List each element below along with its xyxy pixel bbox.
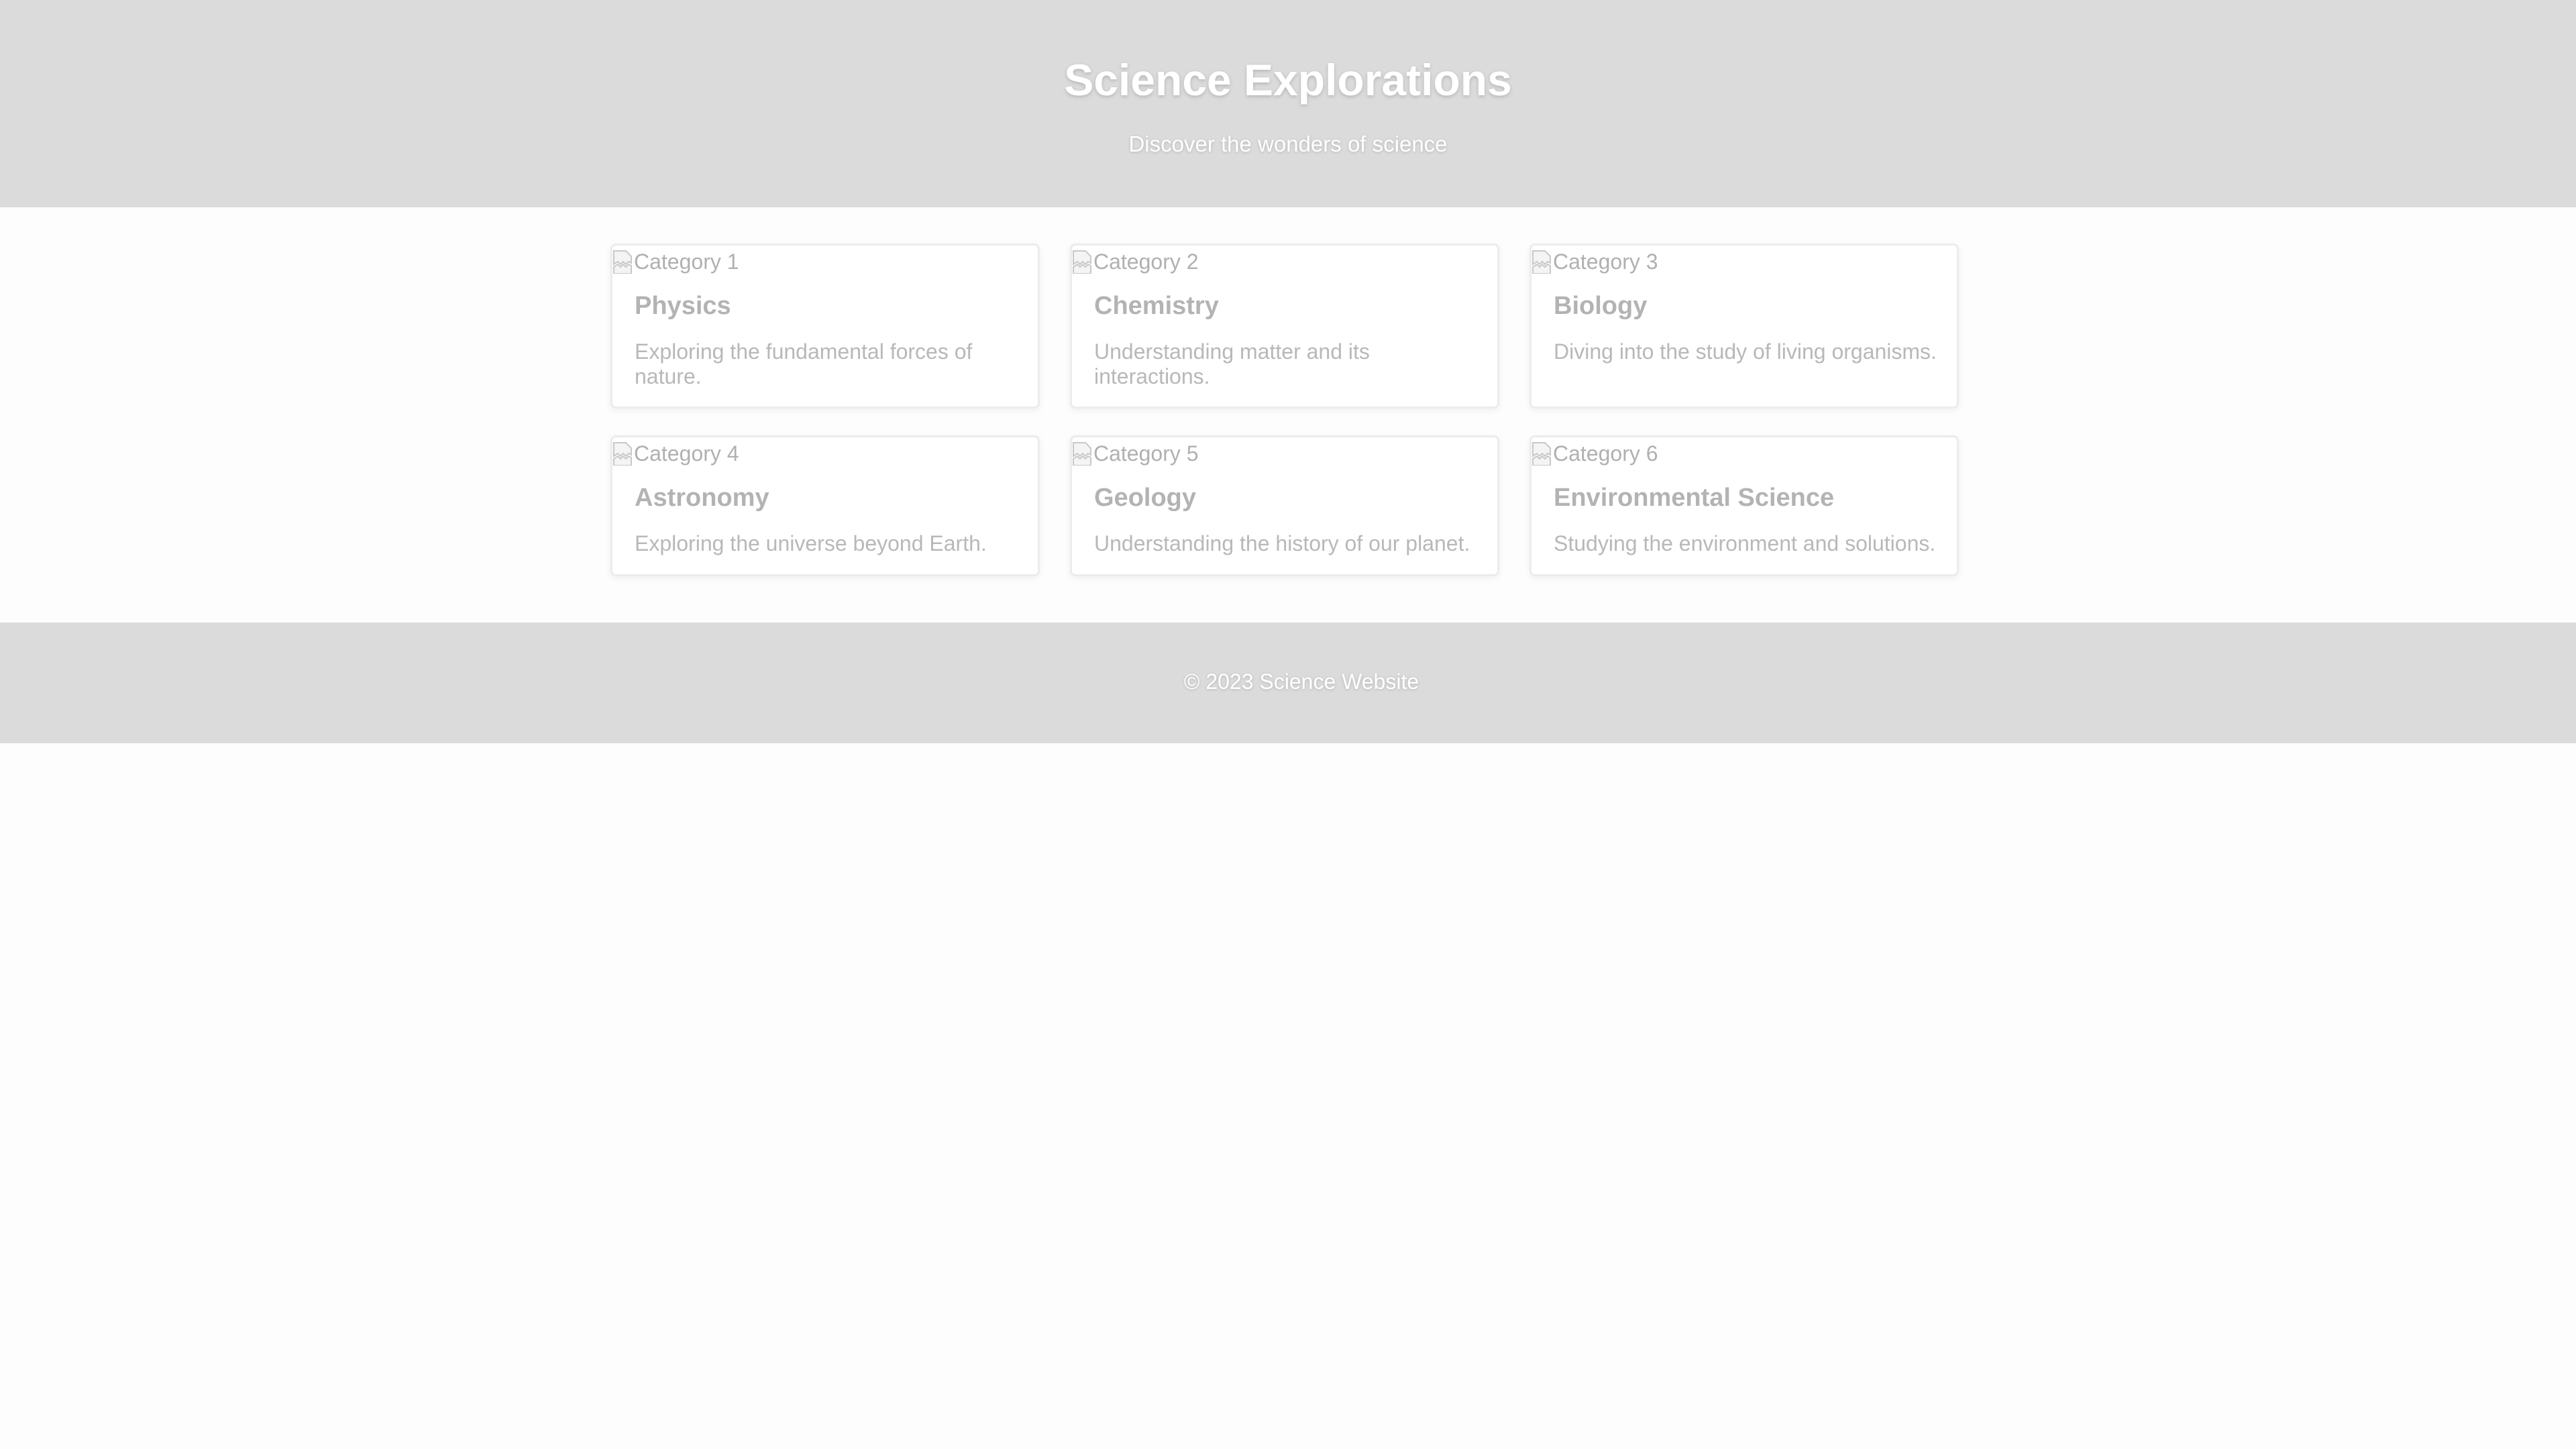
card-image: Category 6 [1532, 437, 1658, 470]
category-grid: Category 1 Physics Exploring the fundame… [610, 244, 1959, 576]
card-image: Category 1 [612, 246, 739, 278]
card-image-alt: Category 2 [1093, 249, 1199, 274]
site-title: Science Explorations [1064, 55, 1512, 105]
card-title: Biology [1554, 292, 1648, 320]
card-image: Category 3 [1532, 246, 1658, 278]
broken-image-icon [1073, 250, 1091, 274]
card-image-alt: Category 1 [634, 249, 739, 274]
site-tagline: Discover the wonders of science [1128, 131, 1448, 156]
category-card-physics[interactable]: Category 1 Physics Exploring the fundame… [610, 244, 1040, 409]
broken-image-icon [1532, 442, 1551, 466]
card-title: Astronomy [635, 484, 769, 512]
card-image-alt: Category 3 [1553, 249, 1658, 274]
card-description: Understanding matter and its interaction… [1094, 339, 1370, 388]
card-title: Geology [1094, 484, 1197, 512]
card-image-alt: Category 6 [1553, 441, 1658, 466]
broken-image-icon [613, 442, 632, 466]
category-card-biology[interactable]: Category 3 Biology Diving into the study… [1529, 244, 1959, 409]
footer-copyright: © 2023 Science Website [1183, 669, 1419, 694]
card-description: Exploring the universe beyond Earth. [635, 531, 987, 555]
category-card-chemistry[interactable]: Category 2 Chemistry Understanding matte… [1070, 244, 1499, 409]
site-header: Science Explorations Discover the wonder… [0, 0, 2576, 207]
card-image: Category 2 [1072, 246, 1199, 278]
broken-image-icon [613, 250, 632, 274]
card-title: Environmental Science [1554, 484, 1835, 512]
card-image-alt: Category 4 [634, 441, 739, 466]
card-description: Understanding the history of our planet. [1094, 531, 1470, 555]
card-description: Diving into the study of living organism… [1554, 339, 1937, 364]
card-image: Category 4 [612, 437, 739, 470]
broken-image-icon [1073, 442, 1091, 466]
category-card-geology[interactable]: Category 5 Geology Understanding the his… [1070, 435, 1499, 576]
card-title: Physics [635, 292, 731, 320]
card-description: Studying the environment and solutions. [1554, 531, 1936, 555]
broken-image-icon [1532, 250, 1551, 274]
site-footer: © 2023 Science Website [0, 623, 2576, 743]
category-card-astronomy[interactable]: Category 4 Astronomy Exploring the unive… [610, 435, 1040, 576]
card-image: Category 5 [1072, 437, 1199, 470]
card-description: Exploring the fundamental forces of natu… [635, 339, 973, 388]
card-image-alt: Category 5 [1093, 441, 1199, 466]
card-title: Chemistry [1094, 292, 1219, 320]
category-card-environmental-science[interactable]: Category 6 Environmental Science Studyin… [1529, 435, 1959, 576]
